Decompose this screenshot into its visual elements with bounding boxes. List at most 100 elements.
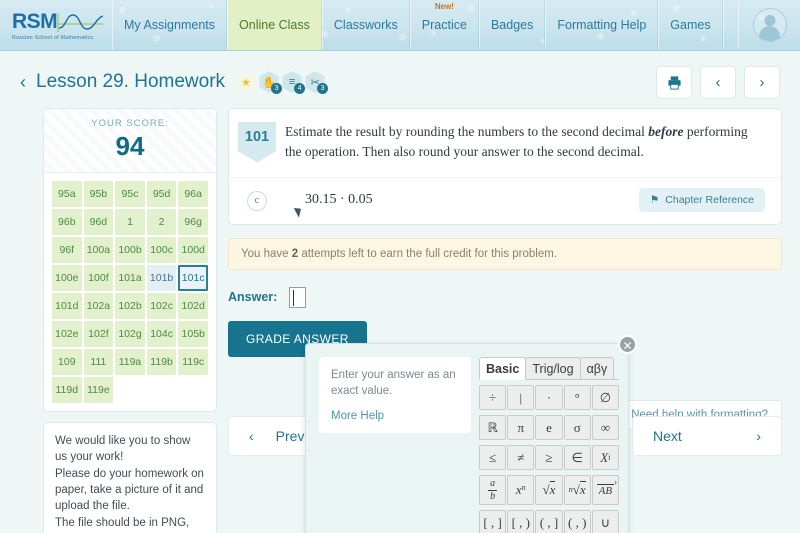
key-r1-2[interactable]: · <box>535 385 563 410</box>
grid-cell-101b[interactable]: 101b <box>146 265 177 291</box>
score-card: YOUR SCORE: 94 95a 95b 95c 95d 96a 96b 96d 1 2 96… <box>43 108 217 412</box>
grid-cell-101d[interactable]: 101d <box>52 293 82 319</box>
grid-cell-105b[interactable]: 105b <box>178 321 208 347</box>
grid-cell-95b[interactable]: 95b <box>83 181 114 207</box>
key-nth-root[interactable]: n√x <box>563 475 591 505</box>
key-r1-1[interactable]: | <box>507 385 535 410</box>
avatar[interactable] <box>752 8 787 42</box>
note-line-3: The file should be in PNG, JPG or PDF fo… <box>55 516 190 533</box>
nav-item-formatting-help[interactable]: Formatting Help <box>545 0 659 50</box>
nav-item-my-assignments[interactable]: My Assignments <box>112 0 228 50</box>
grid-cell-1[interactable]: 1 <box>115 209 145 235</box>
key-power[interactable]: xn <box>507 475 535 505</box>
key-r2-4[interactable]: ∞ <box>591 415 619 440</box>
grid-cell-102a[interactable]: 102a <box>83 293 114 319</box>
grid-cell-96d[interactable]: 96d <box>83 209 114 235</box>
keypad-row-5: [ , ][ , )( , ]( , ) ∪ <box>479 510 619 533</box>
page-body: ‹ Lesson 29. Homework ★ ✋ 3 ≡ 4 ✂ 3 ‹ › … <box>0 51 800 533</box>
next-button[interactable]: Next › <box>632 416 782 456</box>
nav-item-practice[interactable]: New! Practice <box>409 0 479 50</box>
key-x-subscript-i[interactable]: Xi <box>591 445 619 470</box>
grid-cell-102f[interactable]: 102f <box>83 321 114 347</box>
grid-cell-119d[interactable]: 119d <box>52 377 82 403</box>
badge-tools[interactable]: ✂ 3 <box>304 71 329 94</box>
problem-text: Estimate the result by rounding the numb… <box>285 120 765 163</box>
grid-cell-119b[interactable]: 119b <box>146 349 177 375</box>
grid-cell-100f[interactable]: 100f <box>83 265 114 291</box>
tab-trig-log[interactable]: Trig/log <box>525 357 581 379</box>
close-icon[interactable]: ✕ <box>618 335 637 354</box>
key-leq[interactable]: ≤ <box>479 445 507 470</box>
avatar-container[interactable] <box>738 0 800 50</box>
grid-cell-101c[interactable]: 101c <box>178 265 208 291</box>
key-r5-0[interactable]: [ , ] <box>479 510 507 533</box>
problem-statement-row: 101 Estimate the result by rounding the … <box>229 109 781 177</box>
key-r2-3[interactable]: σ <box>563 415 591 440</box>
grid-cell-102g[interactable]: 102g <box>115 321 145 347</box>
grid-cell-102c[interactable]: 102c <box>146 293 177 319</box>
rsm-online-class-page: ❄ ❄ ❄ ❄ ❄ ❄ ❄ ❄ ❄ ❄ ❄ ❄ ❄ ❄ RSM Russian … <box>0 0 800 533</box>
key-geq[interactable]: ≥ <box>535 445 563 470</box>
grid-cell-100d[interactable]: 100d <box>178 237 208 263</box>
grid-cell-95c[interactable]: 95c <box>115 181 145 207</box>
keypad-tabs: Basic Trig/log αβγ <box>479 357 619 380</box>
grid-cell-96a[interactable]: 96a <box>178 181 208 207</box>
grid-cell-104c[interactable]: 104c <box>146 321 177 347</box>
key-r5-2[interactable]: ( , ] <box>535 510 563 533</box>
grid-cell-119a[interactable]: 119a <box>115 349 145 375</box>
grid-cell-100b[interactable]: 100b <box>115 237 145 263</box>
grid-cell-96g[interactable]: 96g <box>178 209 208 235</box>
grid-cell-111[interactable]: 111 <box>83 349 114 375</box>
homework-note: We would like you to show us your work! … <box>43 422 217 533</box>
chapter-reference-button[interactable]: ⚑ Chapter Reference <box>638 187 765 212</box>
grid-cell-100a[interactable]: 100a <box>83 237 114 263</box>
grid-cell-101a[interactable]: 101a <box>115 265 145 291</box>
nav-item-games[interactable]: Games <box>658 0 723 50</box>
badge-star[interactable]: ★ <box>235 71 257 93</box>
grid-cell-109[interactable]: 109 <box>52 349 82 375</box>
nav-item-badges[interactable]: Badges <box>478 0 546 50</box>
grid-cell-119c[interactable]: 119c <box>178 349 208 375</box>
grid-cell-96f[interactable]: 96f <box>52 237 82 263</box>
grid-cell-100e[interactable]: 100e <box>52 265 82 291</box>
problem-number-wrap: 101 <box>229 120 285 163</box>
key-r2-2[interactable]: e <box>535 415 563 440</box>
key-r1-0[interactable]: ÷ <box>479 385 507 410</box>
grid-cell-102e[interactable]: 102e <box>52 321 82 347</box>
key-r2-0[interactable]: ℝ <box>479 415 507 440</box>
grid-cell-100c[interactable]: 100c <box>146 237 177 263</box>
rsm-logo[interactable]: RSM Russian School of Mathematics <box>0 0 112 50</box>
key-neq[interactable]: ≠ <box>507 445 535 470</box>
nav-item-classworks[interactable]: Classworks <box>321 0 410 50</box>
grid-cell-96b[interactable]: 96b <box>52 209 82 235</box>
key-r1-3[interactable]: ° <box>563 385 591 410</box>
key-vector-ab[interactable]: AB <box>591 475 619 505</box>
nav-item-online-class[interactable]: Online Class <box>227 0 322 50</box>
previous-problem-button[interactable]: ‹ <box>700 65 736 99</box>
more-help-link[interactable]: More Help <box>331 410 459 422</box>
key-r2-1[interactable]: π <box>507 415 535 440</box>
key-r5-3[interactable]: ( , ) <box>563 510 591 533</box>
key-sqrt[interactable]: √x <box>535 475 563 505</box>
grid-cell-102b[interactable]: 102b <box>115 293 145 319</box>
key-r5-4[interactable]: ∪ <box>591 510 619 533</box>
key-fraction[interactable]: ab <box>479 475 507 505</box>
grid-cell-119e[interactable]: 119e <box>83 377 114 403</box>
answer-label: Answer: <box>228 290 278 304</box>
grid-cell-95d[interactable]: 95d <box>146 181 177 207</box>
back-chevron-icon[interactable]: ‹ <box>20 72 26 93</box>
grid-cell-2[interactable]: 2 <box>146 209 177 235</box>
grid-cell-102d[interactable]: 102d <box>178 293 208 319</box>
key-r5-1[interactable]: [ , ) <box>507 510 535 533</box>
key-r1-4[interactable]: ∅ <box>591 385 619 410</box>
badge-glove[interactable]: ✋ 3 <box>258 71 283 94</box>
print-button[interactable] <box>656 65 692 99</box>
tab-greek[interactable]: αβγ <box>579 357 615 379</box>
next-problem-button[interactable]: › <box>744 65 780 99</box>
answer-input[interactable] <box>289 286 307 308</box>
grid-cell-95a[interactable]: 95a <box>52 181 82 207</box>
tab-basic[interactable]: Basic <box>479 357 527 380</box>
badge-books[interactable]: ≡ 4 <box>281 71 306 94</box>
nav-label: Classworks <box>333 18 398 32</box>
key-element-of[interactable]: ∈ <box>563 445 591 470</box>
